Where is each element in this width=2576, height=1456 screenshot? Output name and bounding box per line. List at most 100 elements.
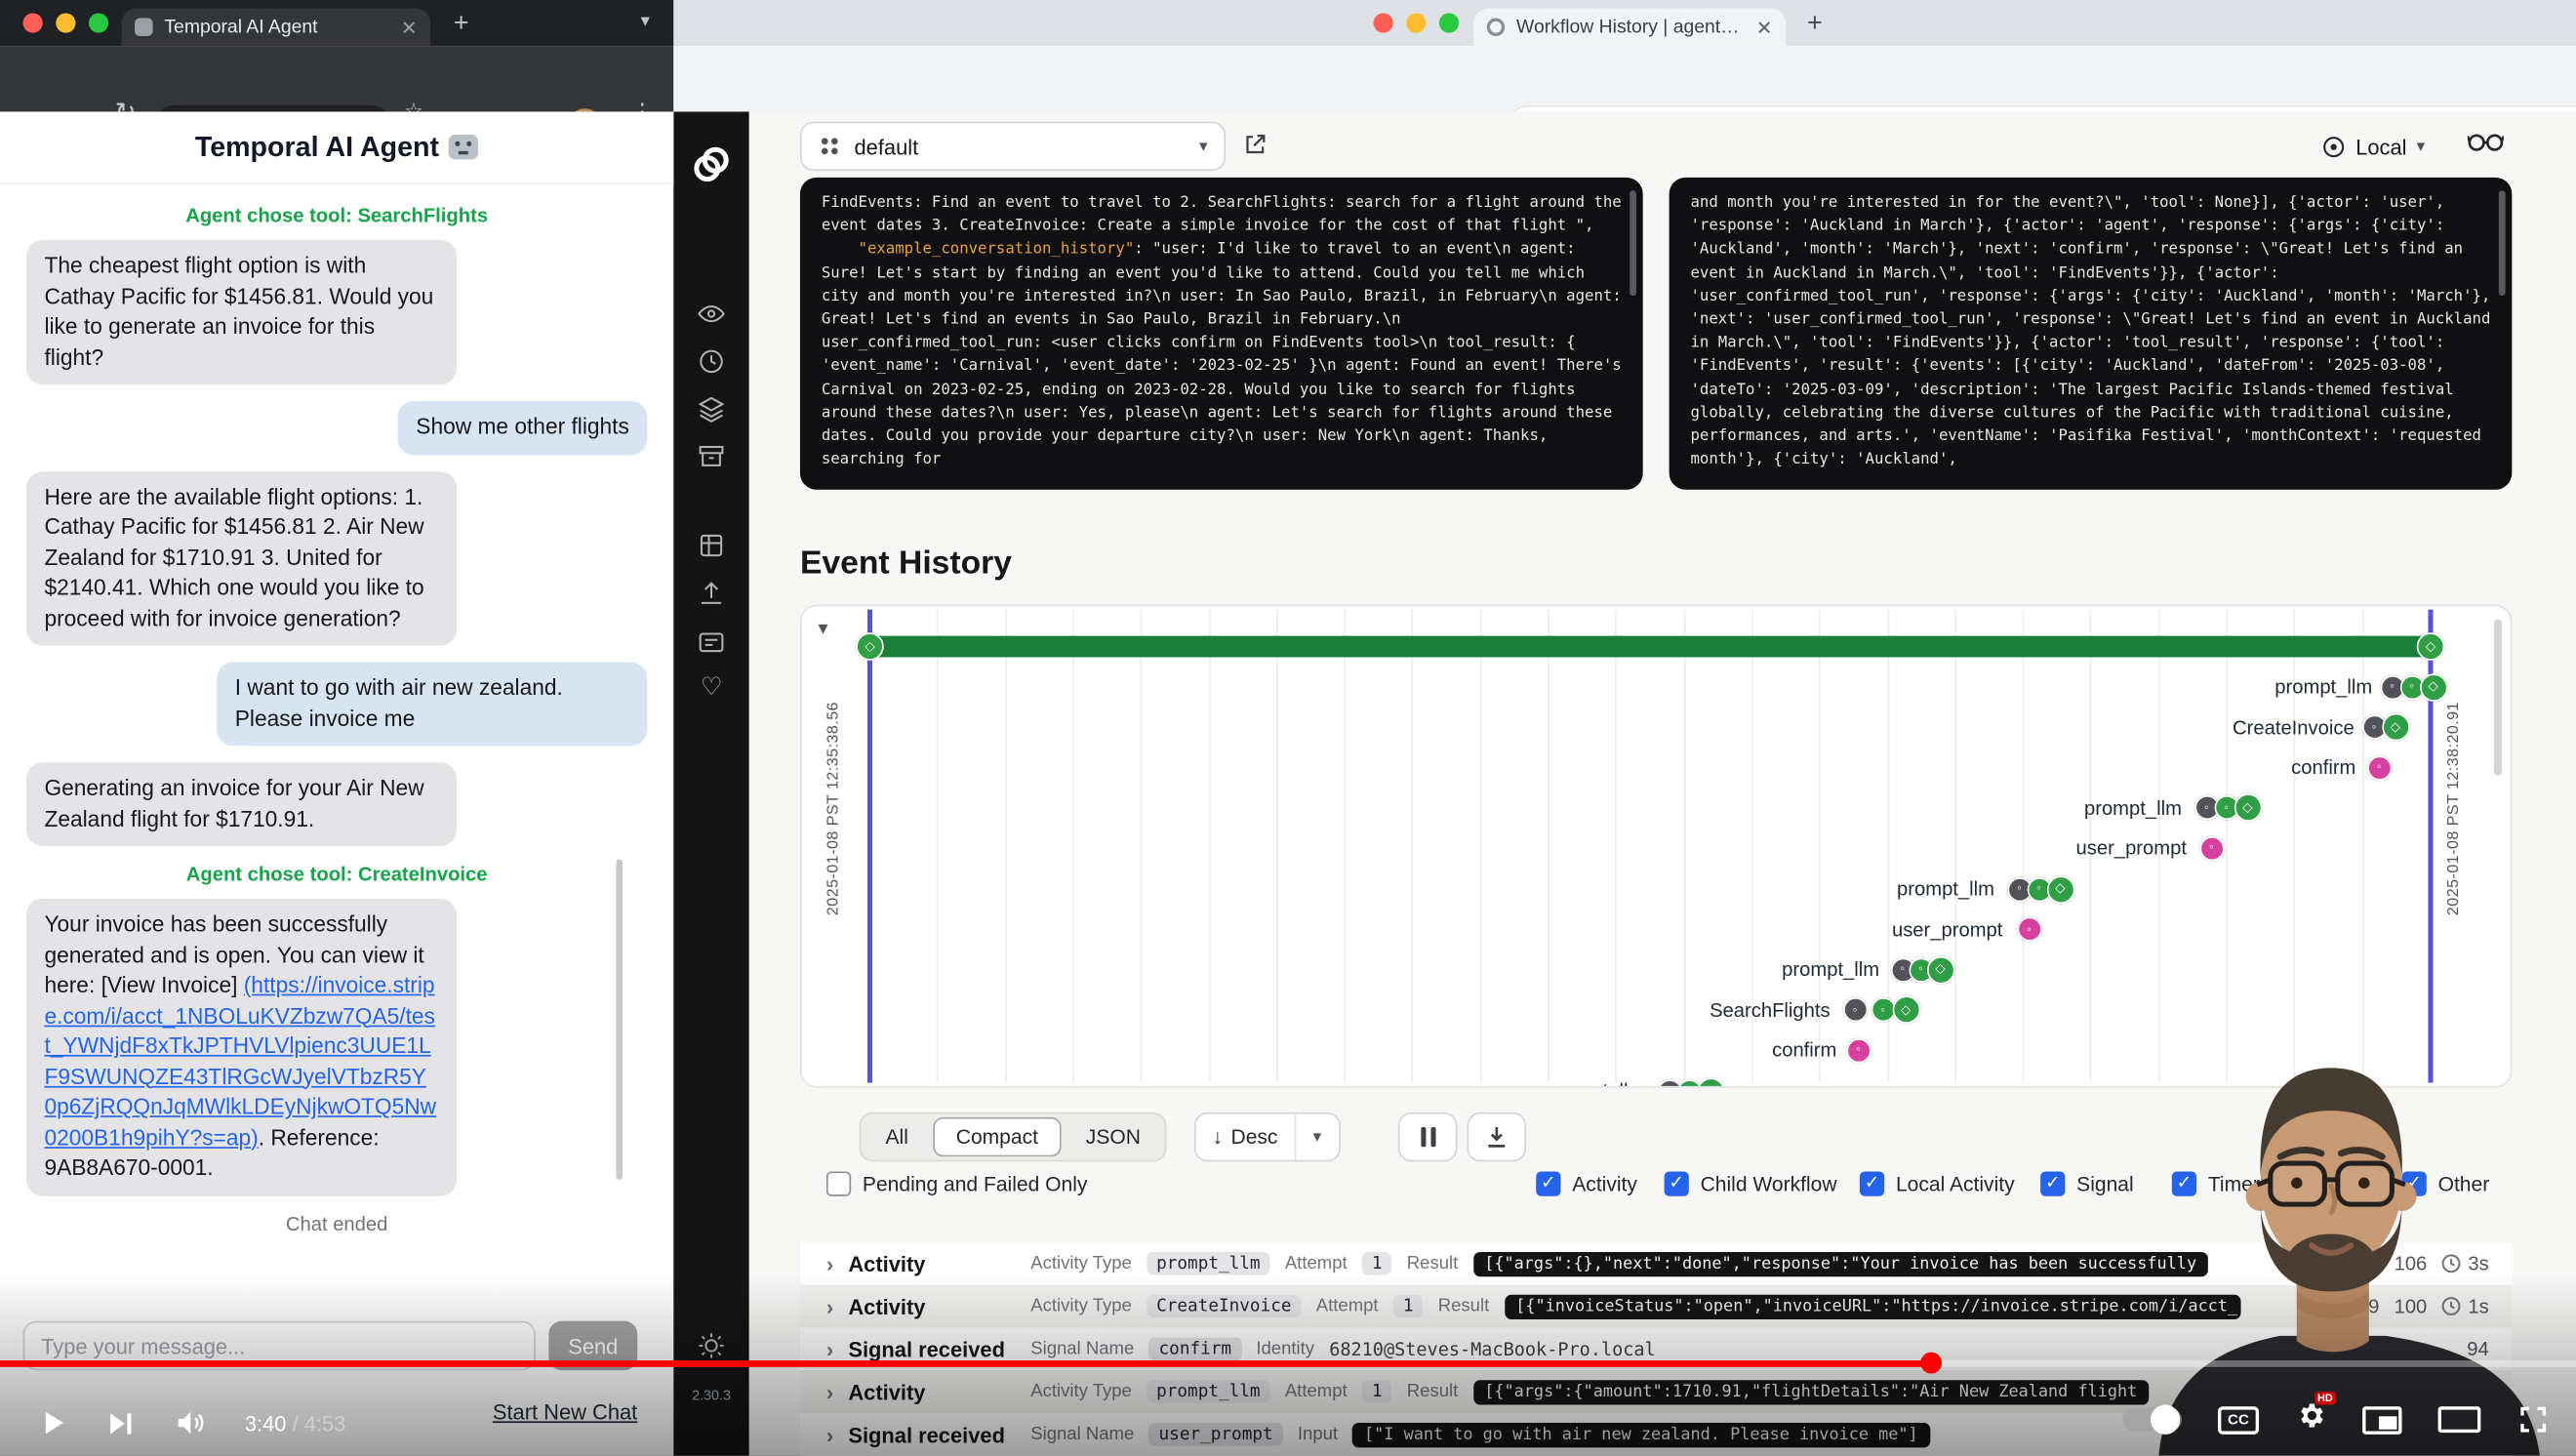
- event-field-code: [{"args":{},"next":"done","response":"Yo…: [1472, 1251, 2207, 1275]
- labs-heart-icon[interactable]: ♡: [697, 672, 726, 702]
- download-history-button[interactable]: [1468, 1112, 1527, 1162]
- feedback-glasses-icon[interactable]: [2468, 128, 2504, 154]
- invoice-link[interactable]: (https://invoice.stripe.com/i/acct_1NBOL…: [44, 973, 436, 1150]
- fullscreen-icon[interactable]: [2516, 1403, 2550, 1436]
- play-icon[interactable]: [36, 1405, 69, 1441]
- schedules-icon[interactable]: [697, 346, 726, 376]
- timeline-gridline: [1141, 610, 1143, 1083]
- panel-scrollbar[interactable]: [2499, 190, 2506, 296]
- json-key: "example_conversation_history": [859, 241, 1135, 260]
- filter-child-workflow[interactable]: ✓Child Workflow: [1665, 1171, 1837, 1195]
- workflow-span-bar[interactable]: [869, 636, 2430, 658]
- checkbox-icon[interactable]: ✓: [2040, 1171, 2065, 1195]
- timeline-green-marker[interactable]: [1676, 1078, 1701, 1087]
- close-window-icon[interactable]: [1374, 13, 1393, 32]
- timeline-gray-marker[interactable]: [1657, 1078, 1681, 1087]
- timeline-event-label: user_prompt: [1723, 916, 2002, 943]
- right-window-tabbar: Workflow History | agent-wor... ✕ +: [673, 0, 2576, 46]
- progress-track[interactable]: [0, 1360, 2576, 1366]
- view-tab-json[interactable]: JSON: [1065, 1117, 1162, 1156]
- progress-scrubber[interactable]: [1920, 1353, 1942, 1374]
- feedback-icon[interactable]: [697, 627, 726, 657]
- timeline-green-diamond-marker[interactable]: [1926, 955, 1954, 984]
- import-icon[interactable]: [697, 579, 726, 608]
- next-icon[interactable]: [105, 1407, 137, 1438]
- filter-activity[interactable]: ✓Activity: [1536, 1171, 1637, 1195]
- collapse-timeline-icon[interactable]: ▾: [818, 616, 827, 639]
- tool-choice-text: Agent chose tool: CreateInvoice: [26, 863, 647, 886]
- chat-message-agent: Here are the available flight options: 1…: [26, 470, 457, 645]
- event-kind: Signal received: [848, 1337, 1016, 1361]
- open-in-new-icon[interactable]: [1242, 132, 1268, 158]
- chevron-right-icon[interactable]: ›: [826, 1251, 833, 1275]
- tab-search-chevron-icon[interactable]: ▾: [641, 10, 650, 31]
- workflows-icon[interactable]: [697, 299, 726, 328]
- chevron-right-icon[interactable]: ›: [826, 1337, 833, 1361]
- event-kind: Activity: [848, 1294, 1016, 1318]
- settings-control[interactable]: HD: [2295, 1399, 2326, 1438]
- volume-icon[interactable]: [173, 1406, 209, 1439]
- timeline-scrollbar[interactable]: [2494, 620, 2502, 776]
- timeline-pink-marker[interactable]: [2366, 755, 2391, 780]
- filter-local-activity[interactable]: ✓ Local Activity: [1860, 1171, 2015, 1195]
- timeline-green-diamond-marker[interactable]: [2419, 672, 2447, 701]
- video-player-controls: 3:40 / 4:53 CC HD: [0, 1360, 2576, 1456]
- timeline-green-marker[interactable]: [1871, 997, 1895, 1022]
- timeline-green-diamond-marker[interactable]: [2046, 875, 2074, 904]
- batch-icon[interactable]: [697, 531, 726, 560]
- timeline-start-line: [866, 610, 871, 1083]
- filter-label: Local Activity: [1896, 1172, 2015, 1195]
- workflow-result-json-panel[interactable]: and month you're interested in for the e…: [1670, 178, 2513, 490]
- timeline-green-diamond-marker[interactable]: [1892, 996, 1920, 1025]
- zoom-window-icon[interactable]: [1439, 13, 1459, 32]
- pause-autorefresh-button[interactable]: [1398, 1112, 1458, 1162]
- archival-icon[interactable]: [697, 442, 726, 471]
- timeline-green-diamond-marker[interactable]: [2234, 794, 2262, 823]
- minimize-window-icon[interactable]: [56, 13, 75, 32]
- minimize-window-icon[interactable]: [1406, 13, 1426, 32]
- json-text: : "user: I'd like to travel to an event\…: [822, 241, 1630, 469]
- view-tab-compact[interactable]: Compact: [933, 1117, 1061, 1156]
- timeline-green-diamond-marker[interactable]: [1696, 1077, 1724, 1088]
- cluster-label: Local: [2355, 134, 2406, 158]
- event-field-label: Attempt: [1285, 1254, 1348, 1274]
- timeline-pink-marker[interactable]: [1846, 1038, 1871, 1063]
- zoom-window-icon[interactable]: [89, 13, 108, 32]
- chat-scrollbar[interactable]: [616, 860, 623, 1180]
- timeline-pink-marker[interactable]: [2017, 917, 2041, 942]
- browser-tab[interactable]: Temporal AI Agent ✕: [122, 8, 431, 46]
- event-field-label: Activity Type: [1030, 1296, 1132, 1315]
- arrow-down-icon: ↓: [1213, 1125, 1224, 1149]
- browser-tab[interactable]: Workflow History | agent-wor... ✕: [1473, 8, 1786, 46]
- checkbox-icon[interactable]: ✓: [1665, 1171, 1689, 1195]
- temporal-logo[interactable]: [692, 144, 731, 183]
- pause-icon: [1430, 1127, 1435, 1147]
- theme-sun-icon[interactable]: [697, 1331, 726, 1360]
- miniplayer-icon[interactable]: [2362, 1405, 2401, 1434]
- tab-close-icon[interactable]: ✕: [401, 18, 418, 37]
- timeline-pink-marker[interactable]: [2199, 836, 2224, 861]
- panel-scrollbar[interactable]: [1630, 190, 1636, 296]
- workflow-start-marker[interactable]: [856, 632, 884, 661]
- chevron-down-icon[interactable]: ▾: [1296, 1128, 1339, 1147]
- workflow-end-marker[interactable]: [2417, 632, 2445, 661]
- workflow-input-json-panel[interactable]: FindEvents: Find an event to travel to 2…: [800, 178, 1643, 490]
- sort-order-button[interactable]: ↓Desc ▾: [1194, 1112, 1340, 1162]
- namespace-selector[interactable]: default ▾: [800, 122, 1226, 172]
- tab-close-icon[interactable]: ✕: [1756, 18, 1773, 37]
- timeline-gridline: [1479, 610, 1481, 1083]
- close-window-icon[interactable]: [23, 13, 43, 32]
- namespaces-icon[interactable]: [697, 394, 726, 424]
- theater-mode-icon[interactable]: [2438, 1406, 2481, 1433]
- checkbox-icon[interactable]: ✓: [1860, 1171, 1884, 1195]
- view-tab-all[interactable]: All: [865, 1117, 930, 1156]
- checkbox-icon[interactable]: ✓: [1536, 1171, 1560, 1195]
- chevron-right-icon[interactable]: ›: [826, 1294, 833, 1318]
- subtitles-icon[interactable]: CC: [2218, 1405, 2259, 1434]
- new-tab-icon[interactable]: +: [1807, 10, 1823, 39]
- new-tab-icon[interactable]: +: [454, 10, 469, 39]
- cluster-selector[interactable]: Local ▾: [2321, 125, 2425, 168]
- autoplay-toggle[interactable]: [2122, 1408, 2182, 1432]
- timeline-green-diamond-marker[interactable]: [2381, 713, 2409, 742]
- timeline-gray-marker[interactable]: [1842, 997, 1867, 1022]
